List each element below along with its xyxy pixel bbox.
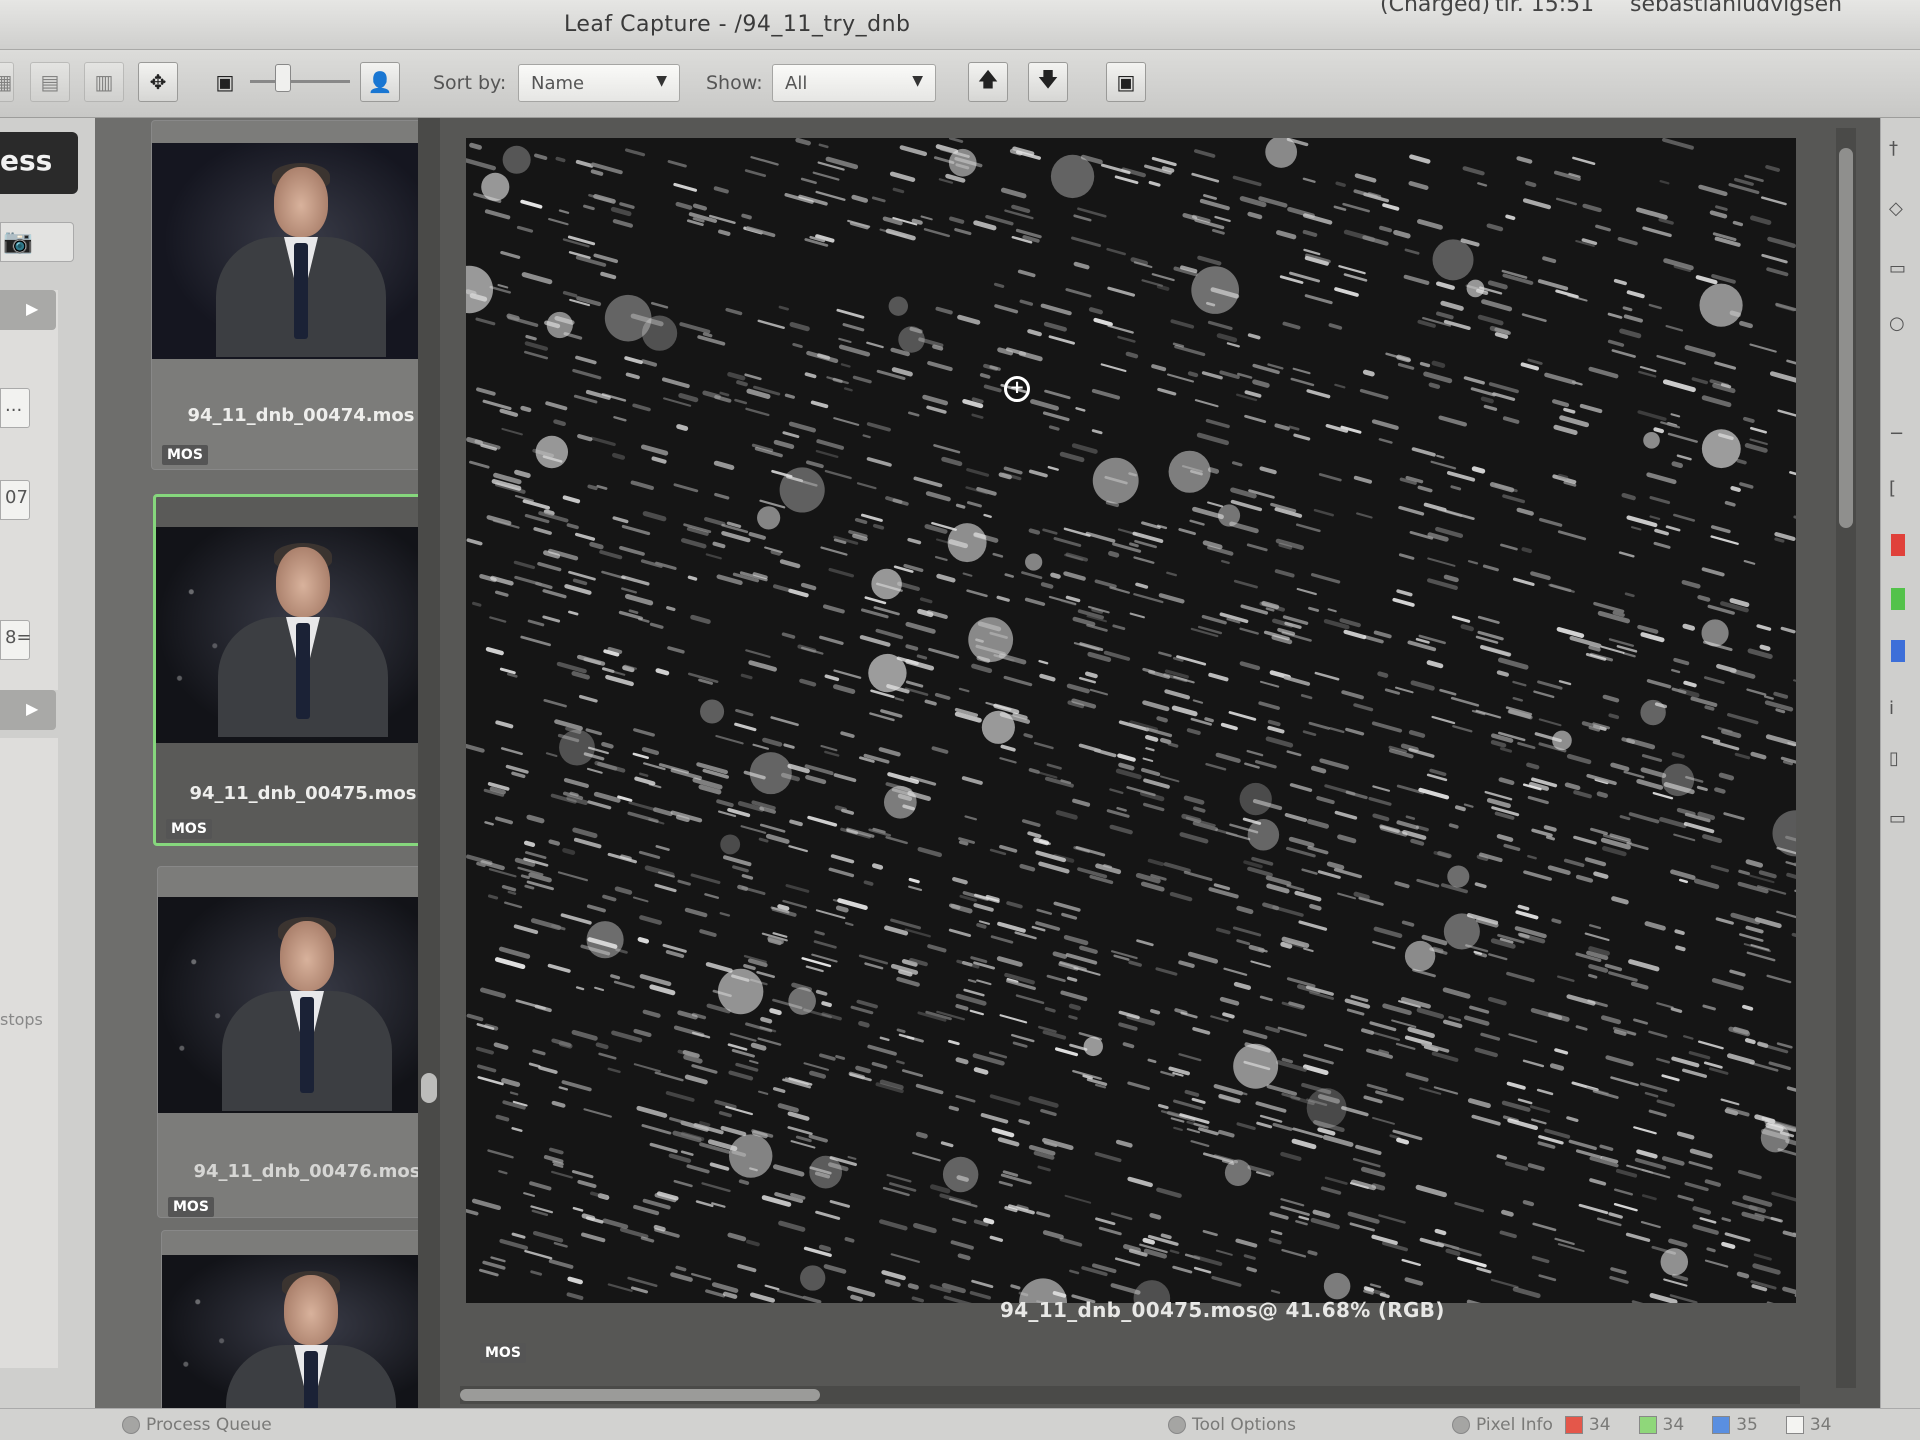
tool-section (0, 738, 58, 1368)
large-thumb-icon: 👤 (360, 62, 400, 102)
thumbnail-card[interactable]: 94_11_dnb_00476.mos MOS (157, 866, 457, 1218)
sort-ascending-button[interactable]: 🡅 (968, 62, 1008, 102)
thumbnail-image (156, 527, 450, 743)
camera-icon[interactable]: 📷 (0, 222, 74, 262)
minus-icon[interactable]: − (1889, 423, 1915, 449)
red-channel-swatch (1564, 1416, 1583, 1434)
title-bar: Leaf Capture - /94_11_try_dnb (Charged) … (0, 0, 1920, 50)
browser-scrollbar[interactable] (418, 118, 440, 1408)
show-select[interactable]: All ▼ (772, 64, 936, 102)
blue-channel-swatch (1712, 1416, 1731, 1434)
mos-badge: MOS (168, 1197, 214, 1217)
preview-image-content (466, 138, 1796, 1303)
mos-badge: MOS (162, 445, 208, 465)
thumbnail-filename: 94_11_dnb_00476.mos (193, 1161, 421, 1182)
bracket-icon[interactable]: [ (1889, 478, 1915, 504)
browser-scrollbar-thumb[interactable] (421, 1073, 437, 1103)
image-caption: 94_11_dnb_00475.mos@ 41.68% (RGB) (1000, 1298, 1445, 1322)
tool-panel: ess 📷 ▶ ... 07 8= ▶ stops (0, 118, 95, 1408)
mos-badge: MOS (166, 819, 212, 839)
trash-icon[interactable]: ▭ (1889, 808, 1915, 834)
blue-channel-value: 35 (1736, 1415, 1758, 1435)
viewer-vertical-scrollbar[interactable] (1836, 128, 1856, 1388)
thumbnail-image (158, 897, 456, 1113)
viewer-horizontal-scrollbar-thumb[interactable] (460, 1389, 820, 1401)
sort-select-value: Name (531, 73, 585, 94)
menubar-status: (Charged) tir. 15:51 sebastianludvigsen (1380, 0, 1920, 17)
circle-tool-icon[interactable]: ○ (1889, 313, 1915, 339)
options-button[interactable]: ... (0, 388, 30, 428)
show-label: Show: (706, 72, 763, 94)
process-button[interactable]: ess (0, 132, 78, 194)
battery-status: (Charged) (1380, 0, 1491, 17)
viewer-vertical-scrollbar-thumb[interactable] (1839, 148, 1853, 528)
thumbnail-filename: 94_11_dnb_00475.mos (189, 783, 417, 804)
pixel-info-label: Pixel Info (1476, 1415, 1553, 1435)
thumbnail-card-selected[interactable]: 94_11_dnb_00475.mos MOS (153, 494, 453, 846)
sort-select[interactable]: Name ▼ (518, 64, 680, 102)
zoom-cursor-icon: + (1004, 376, 1030, 402)
process-queue-label: Process Queue (146, 1415, 272, 1435)
red-channel-value: 34 (1588, 1415, 1611, 1435)
tag-icon[interactable]: ◇ (1889, 198, 1915, 224)
thumbnail-image (152, 143, 450, 359)
thumbnail-card[interactable] (161, 1230, 461, 1411)
viewer-horizontal-scrollbar[interactable] (460, 1386, 1800, 1404)
image-viewer: + 94_11_dnb_00475.mos@ 41.68% (RGB) MOS (440, 118, 1880, 1408)
luminance-swatch (1785, 1416, 1804, 1434)
filmstrip-view-icon[interactable]: ▤ (30, 62, 70, 102)
show-select-value: All (785, 73, 808, 94)
chevron-down-icon: ▼ (912, 73, 923, 89)
small-thumb-icon: ▣ (215, 70, 235, 94)
green-channel-swatch (1638, 1416, 1657, 1434)
sort-label: Sort by: (433, 72, 507, 94)
tool-options-button[interactable]: Tool Options (1168, 1415, 1296, 1435)
process-queue-button[interactable]: Process Queue (122, 1415, 272, 1435)
pin-icon[interactable]: † (1889, 138, 1915, 164)
info-icon[interactable]: i (1889, 698, 1915, 724)
thumb-size-slider-track (250, 80, 350, 83)
section-expand-icon[interactable]: ▶ (0, 690, 56, 730)
thumb-size-slider[interactable] (275, 64, 291, 92)
tool-options-label: Tool Options (1192, 1415, 1297, 1435)
window-title: Leaf Capture - /94_11_try_dnb (564, 12, 911, 37)
sort-descending-button[interactable]: 🡇 (1028, 62, 1068, 102)
section-expand-icon[interactable]: ▶ (0, 290, 56, 330)
right-tool-strip: † ◇ ▭ ○ − [ i ▯ ▭ (1880, 118, 1920, 1408)
thumbnail-image (162, 1255, 460, 1411)
tool-options-icon (1168, 1416, 1186, 1434)
layout-icon[interactable]: ▯ (1889, 748, 1915, 774)
blue-flag-icon[interactable] (1891, 640, 1905, 662)
green-flag-icon[interactable] (1891, 588, 1905, 610)
status-bar: Process Queue Tool Options Pixel Info 34… (0, 1408, 1920, 1440)
pixel-info[interactable]: Pixel Info 34 34 35 34 (1452, 1415, 1831, 1435)
grid-view-icon[interactable]: ▦ (0, 62, 14, 102)
menubar-user[interactable]: sebastianludvigsen (1630, 0, 1842, 17)
compare-view-icon[interactable]: ▥ (84, 62, 124, 102)
list-options-button[interactable]: 8= (0, 620, 32, 660)
pixel-info-icon (1452, 1416, 1470, 1434)
chevron-down-icon: ▼ (656, 73, 667, 89)
display-mode-button[interactable]: ▣ (1106, 62, 1146, 102)
value-field[interactable]: 07 (0, 480, 30, 520)
thumbnail-filename: 94_11_dnb_00474.mos (187, 405, 415, 426)
fullscreen-view-icon[interactable]: ✥ (138, 62, 178, 102)
luminance-value: 34 (1809, 1415, 1832, 1435)
menubar-clock: tir. 15:51 (1495, 0, 1595, 17)
red-flag-icon[interactable] (1891, 534, 1905, 556)
note-icon[interactable]: ▭ (1889, 258, 1915, 284)
mos-badge: MOS (480, 1343, 526, 1363)
thumbnail-card[interactable]: 94_11_dnb_00474.mos MOS (151, 120, 451, 470)
stops-caption: stops (0, 1010, 43, 1029)
process-queue-icon (122, 1416, 140, 1434)
preview-image[interactable] (466, 138, 1796, 1303)
green-channel-value: 34 (1662, 1415, 1685, 1435)
